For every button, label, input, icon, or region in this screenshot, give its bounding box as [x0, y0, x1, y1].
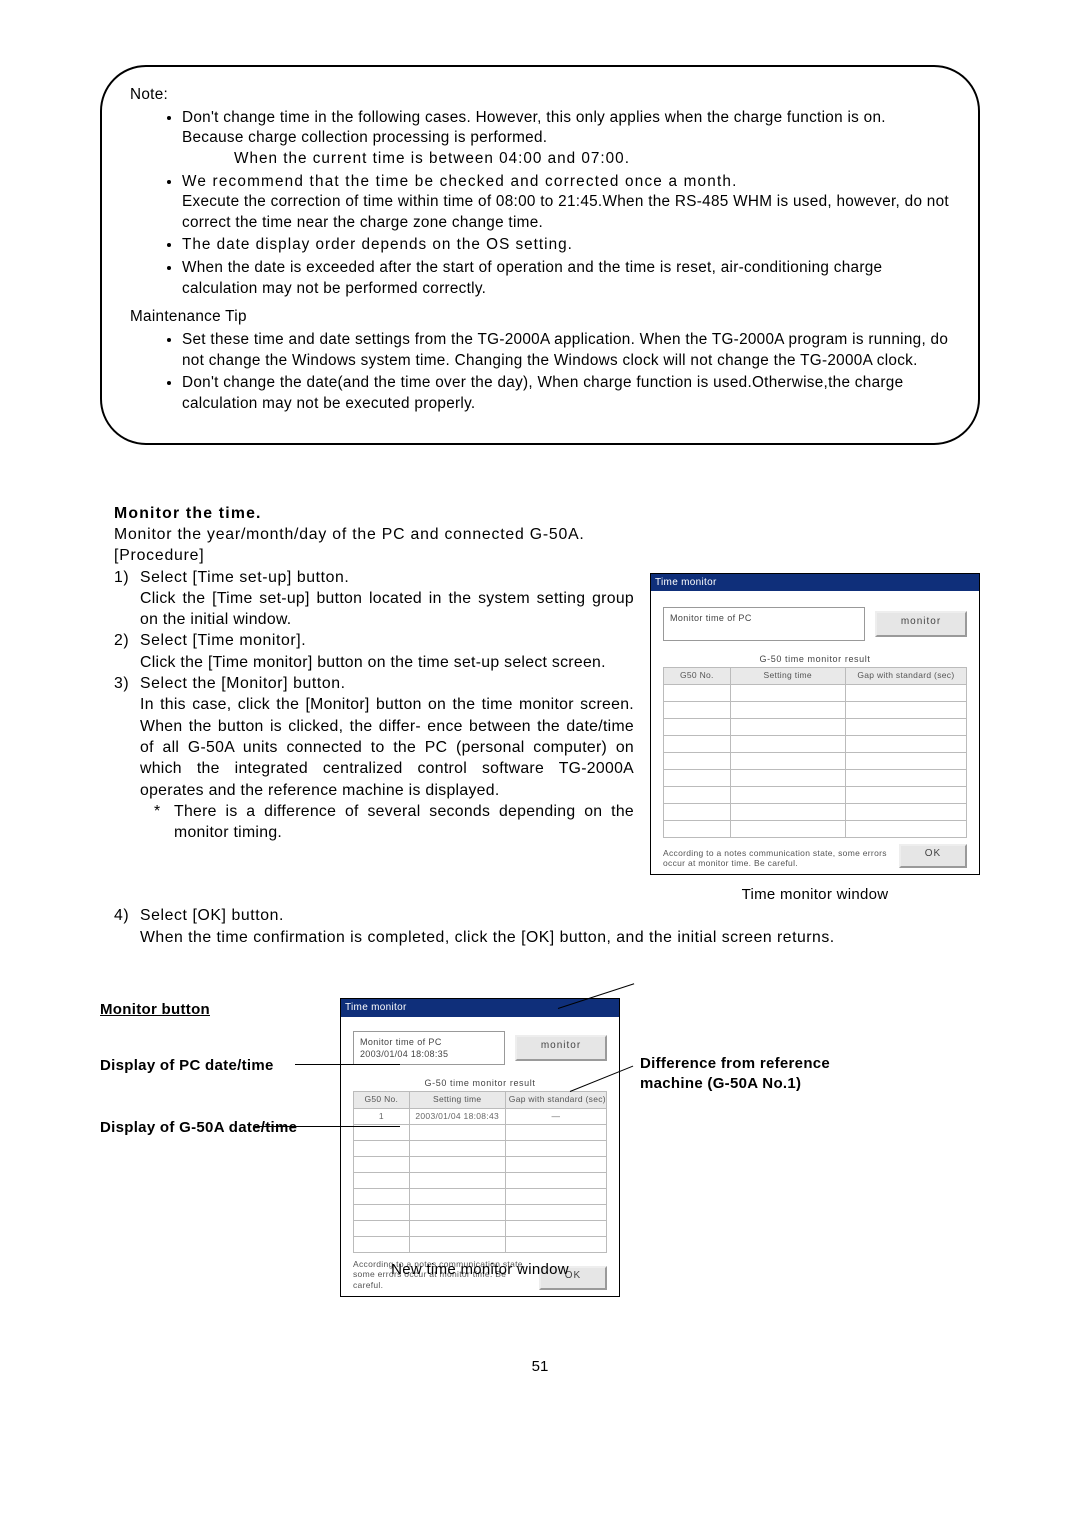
- procedure-label: [Procedure]: [114, 545, 980, 566]
- note-bullet: The date display order depends on the OS…: [182, 235, 950, 256]
- procedure-steps: 1)Select [Time set-up] button. Click the…: [114, 567, 634, 844]
- note-head: Note:: [130, 85, 950, 106]
- callout-pc-datetime: Display of PC date/time: [100, 1056, 310, 1076]
- figure-caption: New time monitor window: [340, 1260, 620, 1280]
- monitor-time-section: Monitor the time. Monitor the year/month…: [100, 503, 980, 1318]
- note-bullet: When the date is exceeded after the star…: [182, 258, 950, 299]
- monitor-button[interactable]: monitor: [875, 611, 967, 637]
- time-monitor-window-populated: Time monitor Monitor time of PC 2003/01/…: [340, 998, 620, 1297]
- result-table: G50 No.Setting timeGap with standard (se…: [663, 667, 967, 838]
- callout-difference: Difference from reference machine (G-50A…: [640, 1054, 840, 1093]
- callout-g50a-datetime: Display of G-50A date/time: [100, 1118, 310, 1138]
- monitor-button[interactable]: monitor: [515, 1035, 607, 1061]
- note-bullet: We recommend that the time be checked an…: [182, 172, 950, 234]
- time-monitor-window: Time monitor Monitor time of PC monitor …: [650, 573, 980, 876]
- note-bullet: Don't change time in the following cases…: [182, 108, 950, 170]
- maint-bullet: Don't change the date(and the time over …: [182, 373, 950, 414]
- section-title: Monitor the time.: [114, 503, 980, 524]
- ok-button[interactable]: OK: [899, 844, 967, 868]
- section-lead: Monitor the year/month/day of the PC and…: [114, 524, 980, 545]
- maint-bullet: Set these time and date settings from th…: [182, 330, 950, 371]
- maintenance-head: Maintenance Tip: [130, 307, 950, 328]
- result-table: G50 No.Setting timeGap with standard (se…: [353, 1091, 607, 1253]
- figure-caption: Time monitor window: [650, 885, 980, 905]
- note-box: Note: Don't change time in the following…: [100, 65, 980, 445]
- pc-time-box: Monitor time of PC: [663, 607, 865, 641]
- pc-time-box: Monitor time of PC 2003/01/04 18:08:35: [353, 1031, 505, 1065]
- time-monitor-figure-1: Time monitor Monitor time of PC monitor …: [650, 573, 980, 906]
- callout-monitor-button: Monitor button: [100, 1000, 280, 1020]
- page-number: 51: [100, 1358, 980, 1375]
- time-monitor-figure-2-diagram: Time monitor Monitor time of PC 2003/01/…: [100, 998, 980, 1318]
- window-title: Time monitor: [651, 574, 979, 592]
- manual-page: Note: Don't change time in the following…: [100, 0, 980, 1415]
